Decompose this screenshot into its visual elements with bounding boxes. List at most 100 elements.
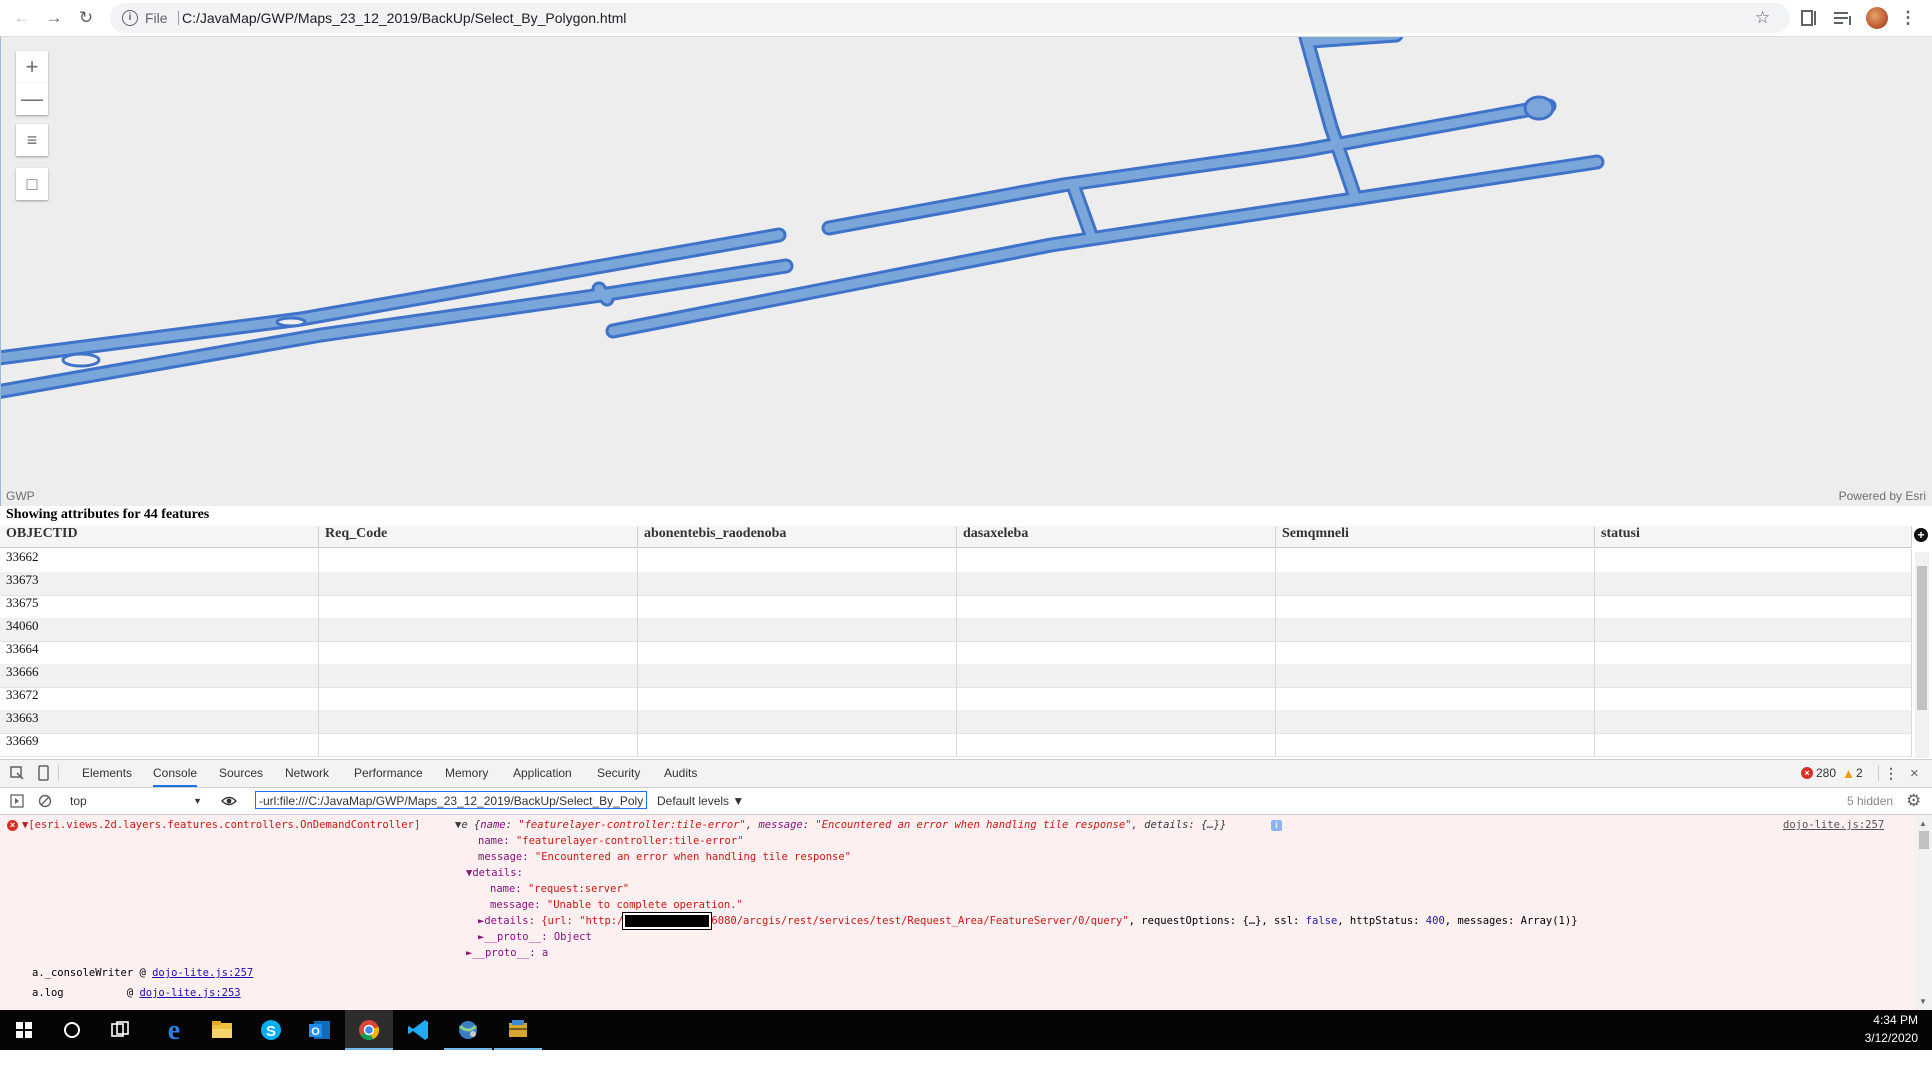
- info-badge-icon[interactable]: i: [1271, 820, 1282, 831]
- nested-details-key: ►details:: [478, 915, 535, 927]
- outlook-icon[interactable]: O: [296, 1010, 344, 1050]
- error-count-icon[interactable]: ×: [1801, 767, 1813, 779]
- powered-by-esri[interactable]: Powered by Esri: [1839, 489, 1926, 503]
- kebab-menu-icon[interactable]: ⋮: [1896, 6, 1920, 30]
- error-count[interactable]: 280: [1816, 760, 1836, 787]
- tab-console[interactable]: Console: [153, 760, 198, 787]
- cortana-search-icon[interactable]: [48, 1010, 96, 1050]
- info-icon[interactable]: i: [122, 10, 138, 26]
- console-scrollbar[interactable]: ▲ ▼: [1916, 815, 1932, 1011]
- reload-icon[interactable]: ↻: [74, 6, 98, 30]
- close-devtools-icon[interactable]: ×: [1910, 760, 1919, 787]
- taskbar-time[interactable]: 4:34 PM: [1873, 1013, 1918, 1027]
- back-arrow-icon[interactable]: ←: [10, 6, 34, 30]
- table-row[interactable]: 34060: [0, 618, 1912, 642]
- column-header-abonentebis-raodenoba[interactable]: abonentebis_raodenoba: [638, 526, 957, 548]
- column-header-statusi[interactable]: statusi: [1595, 526, 1912, 548]
- vscode-icon[interactable]: [395, 1010, 443, 1050]
- column-header-semqmneli[interactable]: Semqmneli: [1276, 526, 1595, 548]
- table-scrollbar[interactable]: [1915, 552, 1929, 758]
- table-row[interactable]: 33675: [0, 595, 1912, 619]
- log-line-proto-a[interactable]: ►__proto__: a: [466, 945, 548, 961]
- summary-message-key: message: [758, 819, 803, 831]
- add-column-icon[interactable]: +: [1914, 528, 1928, 542]
- context-selector[interactable]: top ▼: [70, 792, 202, 810]
- log-levels-dropdown[interactable]: Default levels ▼: [657, 792, 744, 810]
- log-line-details-expanded[interactable]: ▼details:: [466, 865, 523, 881]
- stack-frame-2-link[interactable]: dojo-lite.js:253: [139, 987, 240, 999]
- extension-icon[interactable]: [1797, 6, 1821, 30]
- line-name-key: name:: [478, 835, 510, 847]
- tab-application[interactable]: Application: [513, 760, 572, 787]
- forward-arrow-icon[interactable]: →: [42, 6, 66, 30]
- taskbar-date[interactable]: 3/12/2020: [1865, 1031, 1918, 1045]
- svg-text:e: e: [168, 1015, 180, 1046]
- tab-audits[interactable]: Audits: [664, 760, 697, 787]
- tab-network[interactable]: Network: [285, 760, 329, 787]
- log-origin[interactable]: ▼[esri.views.2d.layers.features.controll…: [22, 817, 420, 833]
- scroll-up-icon[interactable]: ▲: [1919, 819, 1927, 828]
- context-dropdown-icon[interactable]: ▼: [193, 792, 202, 810]
- scroll-down-icon[interactable]: ▼: [1919, 997, 1927, 1006]
- devtools-menu-icon[interactable]: ⋮: [1884, 760, 1898, 787]
- file-explorer-icon[interactable]: [198, 1010, 246, 1050]
- layer-list-button[interactable]: ≡: [16, 124, 48, 156]
- device-toggle-icon[interactable]: [36, 765, 50, 781]
- address-bar[interactable]: i File C:/JavaMap/GWP/Maps_23_12_2019/Ba…: [110, 3, 1790, 33]
- eye-icon[interactable]: [221, 794, 237, 808]
- url-text[interactable]: C:/JavaMap/GWP/Maps_23_12_2019/BackUp/Se…: [182, 3, 626, 33]
- column-header-req-code[interactable]: Req_Code: [319, 526, 638, 548]
- log-source-link[interactable]: dojo-lite.js:257: [1783, 817, 1884, 833]
- console-settings-gear-icon[interactable]: ⚙: [1906, 790, 1921, 812]
- table-cell: [1276, 710, 1595, 733]
- tab-memory[interactable]: Memory: [445, 760, 488, 787]
- column-header-dasaxeleba[interactable]: dasaxeleba: [957, 526, 1276, 548]
- bookmark-star-icon[interactable]: ☆: [1755, 3, 1770, 33]
- log-line-message: message: "Encountered an error when hand…: [478, 849, 851, 865]
- table-row[interactable]: 33669: [0, 733, 1912, 757]
- table-row[interactable]: 33662: [0, 549, 1912, 573]
- map-canvas[interactable]: [1, 37, 1932, 506]
- arcgis-icon[interactable]: [444, 1010, 492, 1050]
- table-row[interactable]: 33673: [0, 572, 1912, 596]
- table-row[interactable]: 33672: [0, 687, 1912, 711]
- column-header-objectid[interactable]: OBJECTID: [0, 526, 319, 548]
- log-line-proto-object[interactable]: ►__proto__: Object: [478, 929, 592, 945]
- app-package-icon[interactable]: [494, 1010, 542, 1050]
- table-row[interactable]: 33666: [0, 664, 1912, 688]
- console-scroll-thumb[interactable]: [1919, 831, 1929, 849]
- task-view-icon[interactable]: [96, 1010, 144, 1050]
- log-line-nested-details[interactable]: ►details: {url: "http:/ 6080/arcgis/rest/…: [478, 912, 1578, 930]
- warning-count[interactable]: 2: [1856, 760, 1863, 787]
- tab-security[interactable]: Security: [597, 760, 640, 787]
- profile-avatar[interactable]: [1866, 7, 1888, 29]
- console-filter-input[interactable]: -url:file:///C:/JavaMap/GWP/Maps_23_12_2…: [255, 791, 647, 809]
- media-playlist-icon[interactable]: [1830, 6, 1854, 30]
- edge-browser-icon[interactable]: e: [150, 1010, 198, 1050]
- log-object-summary[interactable]: ▼e {name: "featurelayer-controller:tile-…: [455, 817, 1226, 833]
- tab-elements[interactable]: Elements: [82, 760, 132, 787]
- table-row[interactable]: 33663: [0, 710, 1912, 734]
- zoom-in-button[interactable]: +: [16, 51, 48, 83]
- windows-taskbar: e S O 4:34 PM 3/12/2020: [0, 1010, 1932, 1050]
- tab-performance[interactable]: Performance: [354, 760, 423, 787]
- table-cell: [1595, 572, 1912, 595]
- windows-start-icon[interactable]: [0, 1010, 48, 1050]
- zoom-out-button[interactable]: —: [16, 83, 48, 115]
- map-view[interactable]: + — ≡ □: [0, 37, 1932, 506]
- warning-icon[interactable]: ▲: [1842, 760, 1855, 787]
- tab-sources[interactable]: Sources: [219, 760, 263, 787]
- skype-icon[interactable]: S: [247, 1010, 295, 1050]
- objectid-cell: 33663: [0, 710, 319, 733]
- chrome-icon[interactable]: [345, 1010, 393, 1050]
- select-by-polygon-button[interactable]: □: [16, 168, 48, 200]
- table-cell: [957, 595, 1276, 618]
- table-row[interactable]: 33664: [0, 641, 1912, 665]
- table-scrollbar-thumb[interactable]: [1917, 566, 1927, 710]
- stack-frame-1-link[interactable]: dojo-lite.js:257: [152, 967, 253, 979]
- clear-console-icon[interactable]: [38, 794, 52, 808]
- sidebar-toggle-icon[interactable]: [10, 794, 24, 808]
- table-cell: [1276, 687, 1595, 710]
- table-cell: [638, 572, 957, 595]
- inspect-element-icon[interactable]: [10, 766, 24, 780]
